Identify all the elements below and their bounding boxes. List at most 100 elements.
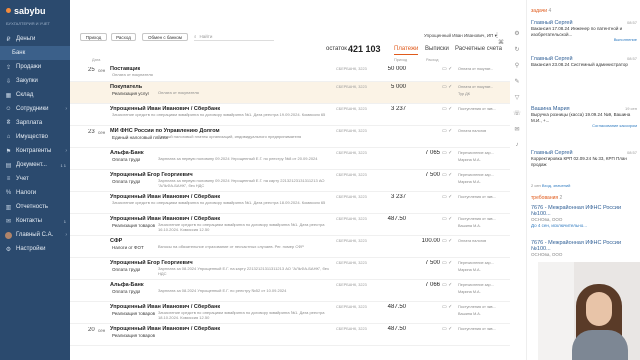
- sidebar-item-1[interactable]: Банк: [0, 46, 70, 60]
- link-icon[interactable]: ⚲: [511, 62, 523, 69]
- row-status-icons[interactable]: ▭ ✓: [442, 216, 452, 222]
- bank-account: СБЕРБАНК, 3223: [336, 107, 367, 111]
- check-icon: ✓: [448, 260, 453, 266]
- tab-statements[interactable]: Выписки: [425, 46, 449, 52]
- table-row[interactable]: Упрощенный Иван Иванович / Сбербанк Зачис…: [70, 192, 510, 214]
- bank-account: СБЕРБАНК, 3223: [336, 151, 367, 155]
- payment-category: Оплата труда: [112, 179, 141, 184]
- sidebar: sabybu БУХГАЛТЕРИЯ И УЧЕТ ₽ Деньги Банк ⇪ Пр…: [0, 0, 70, 360]
- sidebar-item-label: Продажи: [16, 64, 42, 70]
- task-item[interactable]: Главный Сергей 08:57 Вакансия 23.08.24 Сис…: [531, 56, 637, 68]
- documents-icon: ▤: [5, 162, 12, 169]
- money-icon: ₽: [6, 36, 11, 43]
- sidebar-item-label: Склад: [16, 92, 34, 98]
- account-selector[interactable]: Упрощенный Иван Иванович, ИП ▾: [424, 33, 497, 39]
- sidebar-item-8[interactable]: ⚑ Контрагенты ›: [0, 144, 70, 158]
- tasks-header[interactable]: задачи 4: [531, 8, 551, 14]
- row-status-icons[interactable]: ▭ ✓: [442, 326, 452, 332]
- mail-icon[interactable]: ✉: [511, 126, 523, 133]
- row-status-icons[interactable]: ▭ ✓: [442, 304, 452, 310]
- sidebar-item-6[interactable]: ₴ Зарплата: [0, 116, 70, 130]
- sidebar-item-label: Контакты: [16, 218, 42, 224]
- row-status-icons[interactable]: ▭ ✓: [442, 282, 452, 288]
- sidebar-item-9[interactable]: ▤ Документ... 1 1: [0, 158, 70, 172]
- row-status-icons[interactable]: ▭ ✓: [442, 106, 452, 112]
- presenter-body: [572, 330, 628, 360]
- sidebar-badge: 1 1: [60, 162, 66, 168]
- expense-button[interactable]: Расход: [111, 33, 136, 41]
- row-status-icons[interactable]: ▭ ✓: [442, 260, 452, 266]
- table-row[interactable]: 25 сен Поставщик Оплата от покупателя СБЕРБА…: [70, 64, 510, 82]
- search-input[interactable]: ⌕ Найти: [194, 33, 274, 41]
- sidebar-item-5[interactable]: ☺ Сотрудники ›: [0, 102, 70, 116]
- sidebar-item-label: Главный С.А.: [16, 232, 54, 238]
- table-row[interactable]: Покупатель Реализация услуг Оплата от поку…: [70, 82, 510, 104]
- chat-icon[interactable]: ✎: [511, 78, 523, 85]
- phone-icon[interactable]: ☏: [511, 110, 523, 117]
- bell-icon[interactable]: ♪: [511, 142, 523, 148]
- table-row[interactable]: 20 сен Упрощенный Иван Иванович / Сбербанк…: [70, 324, 510, 346]
- sidebar-item-11[interactable]: % Налоги: [0, 186, 70, 200]
- sidebar-item-10[interactable]: ≡ Учет: [0, 172, 70, 186]
- sidebar-item-3[interactable]: ⇩ Закупки: [0, 74, 70, 88]
- row-status-icons[interactable]: ▭ ✓: [442, 238, 452, 244]
- row-status-icons[interactable]: ▭ ✓: [442, 84, 452, 90]
- requirements-header[interactable]: требования 2: [531, 195, 562, 201]
- sidebar-item-12[interactable]: ▥ Отчетность: [0, 200, 70, 214]
- check-icon: ✓: [448, 150, 453, 156]
- org-name[interactable]: БУХГАЛТЕРИЯ И УЧЕТ: [6, 21, 50, 26]
- column-income[interactable]: Приход: [394, 58, 407, 62]
- task-item[interactable]: Главный Сергей 08:57 Корректировка КРП 02.…: [531, 150, 637, 167]
- table-row[interactable]: СФР Налоги от ФОТ Взносы на обязательное с…: [70, 236, 510, 258]
- requirement-item[interactable]: 7676 - Межрайонная ИФНС России №100... ОС…: [531, 240, 637, 258]
- table-row[interactable]: Упрощенный Иван Иванович / Сбербанк Реали…: [70, 302, 510, 324]
- task-item[interactable]: Вашина Мария 19 сен Выручка розницы (касса…: [531, 106, 637, 128]
- filter-icon[interactable]: ▽: [511, 94, 523, 101]
- bank-exchange-button[interactable]: Обмен с банком: [142, 33, 188, 41]
- check-icon: ✓: [448, 172, 453, 178]
- column-date[interactable]: Дата: [92, 58, 100, 62]
- sidebar-item-2[interactable]: ⇪ Продажи: [0, 60, 70, 74]
- more-icon[interactable]: ⋮: [494, 33, 500, 39]
- document-icon: ▭: [442, 66, 447, 72]
- income-button[interactable]: Приход: [80, 33, 107, 41]
- table-row[interactable]: Упрощенный Иван Иванович / Сбербанк Реали…: [70, 214, 510, 236]
- requirement-item[interactable]: 7676 - Межрайонная ИФНС России №100... ОС…: [531, 205, 637, 228]
- sidebar-item-13[interactable]: ✉ Контакты 1: [0, 214, 70, 228]
- row-category-note: Оплата налогов: [458, 239, 487, 243]
- row-status-icons[interactable]: ▭ ✓: [442, 150, 452, 156]
- sidebar-item-15[interactable]: ⚙ Настройки: [0, 242, 70, 256]
- sidebar-item-14[interactable]: Главный С.А. ›: [0, 228, 70, 242]
- payer-name: Упрощенный Иван Иванович / Сбербанк: [110, 304, 221, 310]
- sidebar-item-label: Настройки: [16, 246, 46, 252]
- row-status-icons[interactable]: ▭ ✓: [442, 172, 452, 178]
- payment-category: Реализация товаров: [112, 223, 156, 228]
- sidebar-item-0[interactable]: ₽ Деньги: [0, 32, 70, 46]
- payer-name: Альфа-Банк: [110, 150, 144, 156]
- table-row[interactable]: Упрощенный Иван Иванович / Сбербанк Зачис…: [70, 104, 510, 126]
- table-row[interactable]: Упрощенный Егор Георгиевич Оплата труда За…: [70, 170, 510, 192]
- gear-icon[interactable]: ⚙: [511, 30, 523, 37]
- payer-name: Поставщик: [110, 66, 141, 72]
- table-row[interactable]: Альфа-Банк Оплата труда Зарплата за первую…: [70, 148, 510, 170]
- sidebar-item-4[interactable]: ▦ Склад: [0, 88, 70, 102]
- tab-payments[interactable]: Платежи: [394, 46, 419, 55]
- table-row[interactable]: Альфа-Банк Оплата труда Зарплата за 08.202…: [70, 280, 510, 302]
- app-logo[interactable]: sabybu: [6, 6, 46, 16]
- row-status-icons[interactable]: ▭ ✓: [442, 128, 452, 134]
- refresh-icon[interactable]: ↻: [511, 46, 523, 53]
- table-row[interactable]: Упрощенный Егор Георгиевич Оплата труда За…: [70, 258, 510, 280]
- table-row[interactable]: 23 сен МИ ФНС России по Управлению Долгом Е…: [70, 126, 510, 148]
- sidebar-item-label: Налоги: [16, 190, 37, 196]
- bank-account: СБЕРБАНК, 3223: [336, 129, 367, 133]
- right-icon-strip: ⚙ ↻ ⚲ ✎ ▽ ☏ ✉ ♪: [511, 30, 523, 360]
- row-status-icons[interactable]: ▭ ✓: [442, 194, 452, 200]
- column-expense[interactable]: Расход: [426, 58, 439, 62]
- sidebar-item-7[interactable]: ⌂ Имущество: [0, 130, 70, 144]
- payment-category: Реализация товаров: [112, 311, 156, 316]
- tab-accounts[interactable]: Расчетные счета: [455, 46, 502, 52]
- row-status-icons[interactable]: ▭ ✓: [442, 66, 452, 72]
- more-tasks[interactable]: 2 сен Вход, значений: [531, 183, 570, 188]
- payment-description: Зачисление средств по операциям эквайрин…: [112, 113, 326, 117]
- task-item[interactable]: Главный Сергей 08:57 Вакансия 17.08.24 Инж…: [531, 20, 637, 42]
